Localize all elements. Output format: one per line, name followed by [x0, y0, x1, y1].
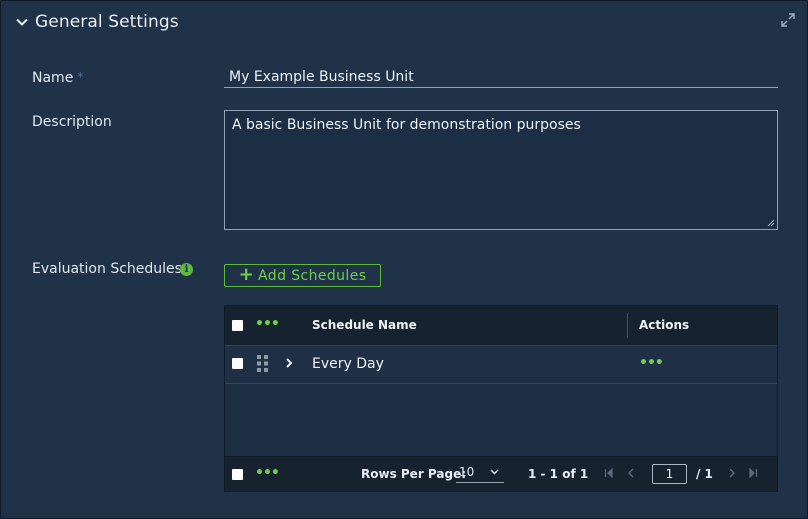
- general-settings-panel: General Settings Name * My Example Busine…: [0, 0, 808, 519]
- name-label-text: Name: [32, 70, 74, 86]
- expand-icon[interactable]: [781, 13, 795, 27]
- schedules-grid: ••• Schedule Name Actions Every Day ••• …: [224, 305, 778, 492]
- table-row[interactable]: Every Day •••: [225, 346, 777, 384]
- rows-per-page-select[interactable]: 10: [456, 463, 504, 483]
- description-text: A basic Business Unit for demonstration …: [232, 117, 581, 133]
- name-label: Name *: [32, 70, 83, 86]
- section-title: General Settings: [35, 12, 179, 32]
- page-range-text: 1 - 1 of 1: [528, 467, 589, 481]
- column-header-actions: Actions: [639, 318, 690, 332]
- footer-select-checkbox[interactable]: [232, 469, 243, 480]
- chevron-right-icon[interactable]: [284, 356, 294, 370]
- row-actions-icon[interactable]: •••: [639, 355, 664, 371]
- first-page-icon[interactable]: [604, 468, 614, 478]
- evaluation-schedules-label: Evaluation Schedules: [32, 261, 182, 277]
- rows-per-page-value: 10: [459, 465, 475, 479]
- page-total-text: / 1: [696, 467, 713, 481]
- last-page-icon[interactable]: [748, 468, 758, 478]
- add-schedules-button[interactable]: + Add Schedules: [224, 264, 381, 287]
- grid-footer: ••• Rows Per Page: 10 1 - 1 of 1 1 / 1: [225, 457, 777, 491]
- add-schedules-label: Add Schedules: [258, 267, 367, 284]
- plus-icon: +: [238, 264, 255, 285]
- footer-more-icon[interactable]: •••: [255, 465, 280, 481]
- page-number-input[interactable]: 1: [652, 464, 687, 484]
- chevron-down-icon: [490, 469, 499, 475]
- row-checkbox[interactable]: [232, 358, 243, 369]
- required-marker: *: [77, 70, 84, 84]
- column-header-schedule-name[interactable]: Schedule Name: [312, 318, 417, 332]
- resize-handle-icon[interactable]: [767, 219, 775, 227]
- column-divider[interactable]: [627, 313, 628, 338]
- chevron-down-icon[interactable]: [15, 15, 29, 29]
- grid-empty-area: [225, 384, 777, 457]
- select-all-checkbox[interactable]: [232, 320, 243, 331]
- drag-handle-icon[interactable]: [257, 355, 269, 372]
- grid-header: ••• Schedule Name Actions: [225, 306, 777, 346]
- previous-page-icon[interactable]: [626, 468, 636, 478]
- section-header[interactable]: General Settings: [15, 10, 179, 34]
- schedule-name-cell: Every Day: [312, 356, 384, 372]
- description-textarea[interactable]: A basic Business Unit for demonstration …: [224, 110, 778, 230]
- info-icon[interactable]: i: [180, 263, 193, 276]
- rows-per-page-label: Rows Per Page:: [361, 467, 467, 481]
- header-more-icon[interactable]: •••: [255, 316, 280, 332]
- name-input[interactable]: My Example Business Unit: [224, 67, 778, 88]
- next-page-icon[interactable]: [727, 468, 737, 478]
- description-label: Description: [32, 114, 112, 130]
